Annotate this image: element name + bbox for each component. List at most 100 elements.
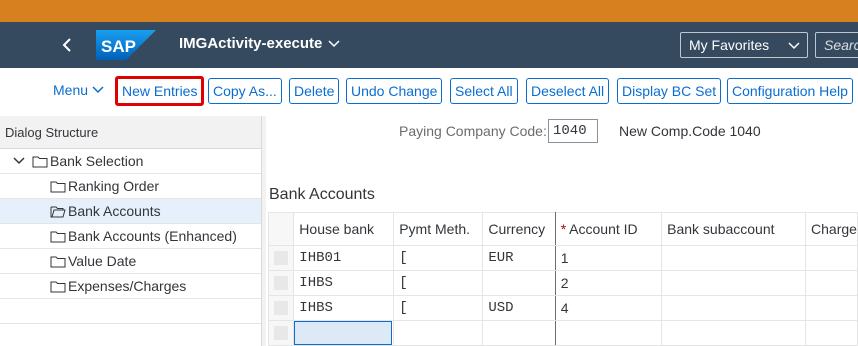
tree-item-bank-accounts[interactable]: Bank Accounts xyxy=(0,199,261,224)
chevron-down-icon xyxy=(328,39,340,47)
chevron-down-icon[interactable] xyxy=(12,154,26,168)
configuration-help-button[interactable]: Configuration Help xyxy=(727,78,853,104)
sap-logo[interactable]: SAP xyxy=(96,30,156,60)
menu-label: Menu xyxy=(53,82,89,98)
tree-item-bank-accounts-enhanced[interactable]: Bank Accounts (Enhanced) xyxy=(0,224,261,249)
column-header-charge[interactable]: Charge xyxy=(805,212,858,246)
tree-item-label: Bank Accounts (Enhanced) xyxy=(68,228,237,244)
tree-empty-row xyxy=(0,299,261,324)
column-header-house-bank[interactable]: House bank xyxy=(293,212,395,246)
cell-bank-subaccount[interactable] xyxy=(661,245,807,271)
delete-button[interactable]: Delete xyxy=(289,78,340,104)
toolbar: Menu New Entries Copy As... Delete Undo … xyxy=(0,68,858,114)
folder-open-icon xyxy=(50,206,66,217)
select-all-button[interactable]: Select All xyxy=(450,78,518,104)
paying-company-code-label: Paying Company Code: xyxy=(399,123,547,139)
folder-icon xyxy=(50,231,66,242)
my-favorites-button[interactable]: My Favorites xyxy=(680,32,808,58)
column-header-account-id[interactable]: * Account ID xyxy=(554,212,663,246)
cell-currency[interactable] xyxy=(482,270,556,296)
cell-pymt-meth[interactable] xyxy=(393,320,484,346)
copy-as-button[interactable]: Copy As... xyxy=(208,78,282,104)
svg-text:SAP: SAP xyxy=(101,37,136,56)
table-header-row: House bank Pymt Meth. Currency * Account … xyxy=(267,212,858,246)
undo-change-button[interactable]: Undo Change xyxy=(346,78,443,104)
tree-item-value-date[interactable]: Value Date xyxy=(0,249,261,274)
app-title-menu[interactable]: IMGActivity-execute xyxy=(179,35,340,52)
menu-button[interactable]: Menu xyxy=(53,82,104,98)
column-header-pymt-meth[interactable]: Pymt Meth. xyxy=(393,212,484,246)
cell-bank-subaccount[interactable] xyxy=(661,295,807,321)
tree-item-label: Expenses/Charges xyxy=(68,278,187,294)
cell-account-id[interactable]: 2 xyxy=(554,270,663,296)
paying-company-code-field[interactable]: 1040 xyxy=(548,119,598,143)
sap-logo-graphic: SAP xyxy=(96,30,156,60)
folder-icon xyxy=(50,281,66,292)
column-header-currency[interactable]: Currency xyxy=(482,212,556,246)
cell-pymt-meth[interactable]: [ xyxy=(393,245,484,271)
app-title: IMGActivity-execute xyxy=(179,35,323,52)
cell-charge[interactable] xyxy=(805,270,858,296)
dialog-structure-header: Dialog Structure xyxy=(0,116,261,149)
row-selector[interactable] xyxy=(267,320,295,346)
cell-account-id[interactable]: 4 xyxy=(554,295,663,321)
bank-accounts-title: Bank Accounts xyxy=(269,186,375,203)
bank-accounts-table: House bank Pymt Meth. Currency * Account … xyxy=(267,212,858,346)
row-select-box[interactable] xyxy=(274,276,289,290)
chevron-down-icon xyxy=(788,42,800,50)
tree-item-expenses-charges[interactable]: Expenses/Charges xyxy=(0,274,261,299)
cell-pymt-meth[interactable]: [ xyxy=(393,270,484,296)
tree-item-label: Bank Selection xyxy=(50,153,144,169)
cell-account-id[interactable]: 1 xyxy=(554,245,663,271)
cell-charge[interactable] xyxy=(805,320,858,346)
table-row[interactable]: IHB01 [ EUR 1 xyxy=(267,245,858,271)
table-row-new[interactable] xyxy=(267,320,858,346)
cell-house-bank[interactable]: IHB01 xyxy=(293,245,395,271)
folder-icon xyxy=(50,256,66,267)
back-button[interactable] xyxy=(54,32,80,58)
new-entries-button[interactable]: New Entries xyxy=(115,76,205,106)
row-selector[interactable] xyxy=(267,295,295,321)
cell-house-bank[interactable]: IHBS xyxy=(293,295,395,321)
cell-currency[interactable]: USD xyxy=(482,295,556,321)
display-bc-set-button[interactable]: Display BC Set xyxy=(617,78,722,104)
cell-house-bank[interactable] xyxy=(293,320,395,346)
my-favorites-label: My Favorites xyxy=(689,37,770,53)
cell-house-bank[interactable]: IHBS xyxy=(293,270,395,296)
table-row[interactable]: IHBS [ USD 4 xyxy=(267,295,858,321)
tree-item-label: Bank Accounts xyxy=(68,203,161,219)
cell-bank-subaccount[interactable] xyxy=(661,320,807,346)
tree-item-label: Value Date xyxy=(68,253,137,269)
chevron-down-icon xyxy=(92,86,104,94)
search-input[interactable]: Search xyxy=(815,32,858,58)
top-color-bar xyxy=(0,0,858,22)
panel-splitter[interactable] xyxy=(262,116,266,346)
dialog-structure-panel: Dialog Structure Bank Selection Ranking … xyxy=(0,116,262,346)
row-select-box[interactable] xyxy=(274,301,289,315)
cell-bank-subaccount[interactable] xyxy=(661,270,807,296)
cell-account-id[interactable] xyxy=(554,320,663,346)
tree-item-bank-selection[interactable]: Bank Selection xyxy=(0,149,261,174)
row-selector[interactable] xyxy=(267,245,295,271)
deselect-all-button[interactable]: Deselect All xyxy=(526,78,610,104)
row-select-box[interactable] xyxy=(274,326,289,340)
folder-icon xyxy=(32,156,48,167)
folder-icon xyxy=(50,181,66,192)
tree-item-ranking-order[interactable]: Ranking Order xyxy=(0,174,261,199)
cell-charge[interactable] xyxy=(805,295,858,321)
cell-currency[interactable] xyxy=(482,320,556,346)
column-header-account-id-label: Account ID xyxy=(569,221,638,237)
cell-pymt-meth[interactable]: [ xyxy=(393,295,484,321)
cell-charge[interactable] xyxy=(805,245,858,271)
cell-currency[interactable]: EUR xyxy=(482,245,556,271)
select-all-column-header[interactable] xyxy=(267,212,295,246)
table-row[interactable]: IHBS [ 2 xyxy=(267,270,858,296)
column-header-bank-subaccount[interactable]: Bank subaccount xyxy=(661,212,807,246)
shell-bar: SAP IMGActivity-execute My Favorites Sea… xyxy=(0,22,858,68)
required-indicator: * xyxy=(560,221,567,237)
paying-company-description: New Comp.Code 1040 xyxy=(619,123,761,139)
row-select-box[interactable] xyxy=(274,251,289,265)
row-selector[interactable] xyxy=(267,270,295,296)
chevron-left-icon xyxy=(62,38,71,52)
house-bank-input[interactable] xyxy=(294,321,393,345)
